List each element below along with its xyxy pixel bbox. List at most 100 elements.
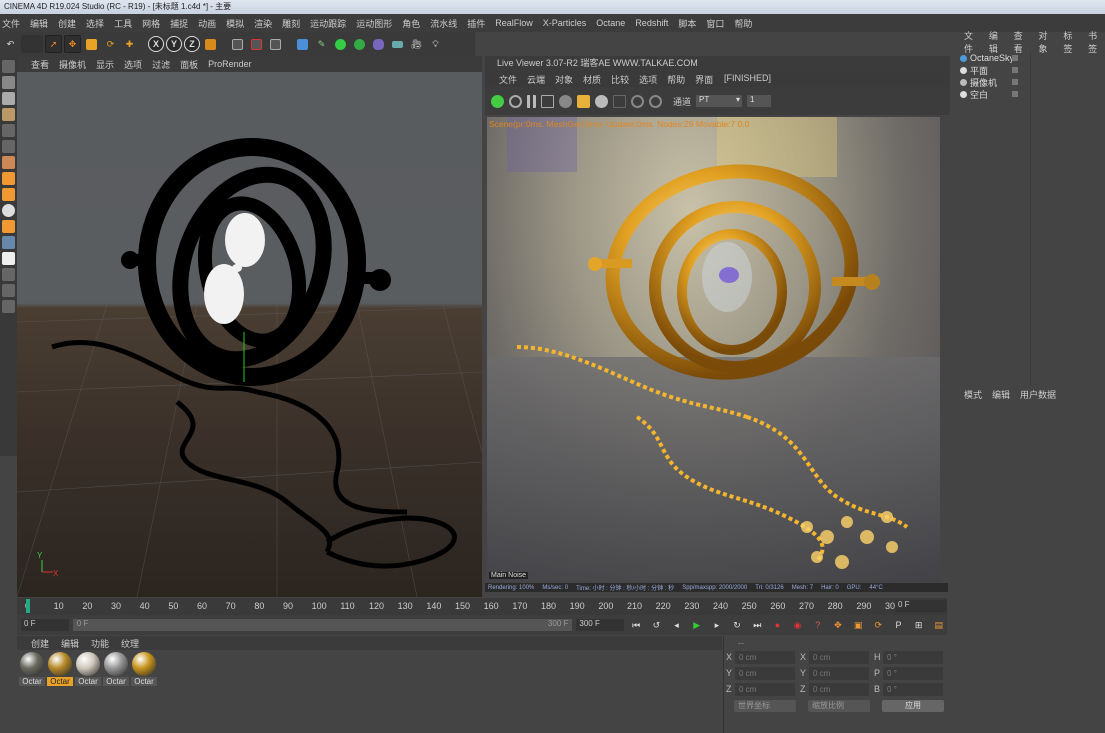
next-frame-icon[interactable]: ▸ (709, 616, 725, 634)
main-tab[interactable]: Main Noise (489, 572, 529, 579)
object-menu-item-5[interactable]: 书签 (1088, 29, 1105, 55)
viewport-menu-item-3[interactable]: 选项 (124, 58, 142, 71)
attribute-menu-item-1[interactable]: 编辑 (992, 388, 1010, 401)
region-render-icon[interactable] (541, 94, 554, 108)
live-viewer-menu-item-0[interactable]: 文件 (499, 73, 517, 86)
object-menu-item-2[interactable]: 查看 (1014, 29, 1031, 55)
menu-item-17[interactable]: X-Particles (543, 18, 587, 28)
texture-mode-icon[interactable] (2, 92, 15, 105)
menu-item-5[interactable]: 网格 (142, 17, 160, 30)
material-item[interactable]: Octar (19, 652, 45, 686)
coord-field[interactable]: 0 ° (883, 683, 943, 696)
object-menu-item-0[interactable]: 文件 (964, 29, 981, 55)
pla-key-icon[interactable]: ⊞ (911, 616, 927, 634)
material-item[interactable]: Octar (47, 652, 73, 686)
points-mode-icon[interactable] (2, 124, 15, 137)
record-icon[interactable]: ● (769, 616, 785, 634)
restart-icon[interactable] (509, 94, 522, 108)
scale-key-icon[interactable]: ▣ (850, 616, 866, 634)
create-object-icon[interactable]: ✚ (121, 35, 138, 53)
material-item[interactable]: Octar (75, 652, 101, 686)
menu-item-22[interactable]: 帮助 (734, 17, 752, 30)
rotation-key-icon[interactable]: ⟳ (870, 616, 886, 634)
attribute-menu-item-0[interactable]: 模式 (964, 388, 982, 401)
frame-range-slider[interactable]: 0 F 300 F (72, 619, 573, 631)
menu-item-1[interactable]: 编辑 (30, 17, 48, 30)
viewport-menu-item-1[interactable]: 摄像机 (59, 58, 86, 71)
object-menu-item-3[interactable]: 对象 (1038, 29, 1055, 55)
menu-item-18[interactable]: Octane (596, 18, 625, 28)
render-picture-viewer-icon[interactable] (248, 35, 265, 53)
light-icon[interactable]: 💡︎ (427, 35, 444, 53)
menu-item-15[interactable]: 插件 (467, 17, 485, 30)
object-row[interactable]: 平面 (950, 64, 1105, 76)
visibility-icon[interactable] (1012, 67, 1018, 73)
pen-icon[interactable]: ✎ (313, 35, 330, 53)
tweak-mode-icon[interactable] (2, 188, 15, 201)
live-viewer-menu-item-4[interactable]: 比较 (611, 73, 629, 86)
menu-item-7[interactable]: 动画 (198, 17, 216, 30)
autokey-icon[interactable]: ◉ (790, 616, 806, 634)
snap-icon[interactable] (2, 204, 15, 217)
object-menu-item-1[interactable]: 编辑 (989, 29, 1006, 55)
coordinate-mode-dropdown[interactable]: 世界坐标 (734, 700, 796, 712)
channel-number-field[interactable]: 1 (747, 95, 772, 107)
scale-mode-dropdown[interactable]: 缩放比例 (808, 700, 870, 712)
floor-icon[interactable] (389, 35, 406, 53)
menu-item-2[interactable]: 创建 (58, 17, 76, 30)
parameter-key-icon[interactable]: P (890, 616, 906, 634)
timeline-window-icon[interactable]: ▤ (931, 616, 947, 634)
position-key-icon[interactable]: ✥ (830, 616, 846, 634)
menu-item-13[interactable]: 角色 (402, 17, 420, 30)
render-view-icon[interactable] (229, 35, 246, 53)
make-editable-icon[interactable] (2, 60, 15, 73)
menu-item-8[interactable]: 模拟 (226, 17, 244, 30)
subdivision-icon[interactable] (332, 35, 349, 53)
menu-item-9[interactable]: 渲染 (254, 17, 272, 30)
redo-icon[interactable] (21, 35, 43, 53)
workplane-icon[interactable] (2, 108, 15, 121)
menu-item-10[interactable]: 雕刻 (282, 17, 300, 30)
select-tool-icon[interactable]: ➚ (45, 35, 62, 53)
visibility-icon[interactable] (1012, 55, 1018, 61)
planar-workplane-icon[interactable] (2, 284, 15, 297)
x-axis-lock-button[interactable]: X (148, 36, 164, 52)
material-item[interactable]: Octar (103, 652, 129, 686)
lock-icon[interactable] (577, 94, 590, 108)
live-viewer-menu-item-2[interactable]: 对象 (555, 73, 573, 86)
play-icon[interactable]: ▶ (689, 616, 705, 634)
sculpt-icon[interactable] (2, 236, 15, 249)
visibility-icon[interactable] (1012, 91, 1018, 97)
go-to-end-icon[interactable]: ⏭ (749, 616, 765, 634)
menu-item-16[interactable]: RealFlow (495, 18, 533, 28)
timeline-ruler[interactable]: 0102030405060708090100110120130140150160… (17, 598, 947, 615)
viewport-menu-item-6[interactable]: ProRender (208, 59, 252, 69)
menu-item-11[interactable]: 运动跟踪 (310, 17, 346, 30)
coord-field[interactable]: 0 ° (883, 667, 943, 680)
previous-key-icon[interactable]: ↺ (648, 616, 664, 634)
live-viewer-menu-item-6[interactable]: 帮助 (667, 73, 685, 86)
array-icon[interactable] (351, 35, 368, 53)
menu-item-21[interactable]: 窗口 (706, 17, 724, 30)
channel-select[interactable]: PT ▾ (696, 95, 743, 107)
deformer-icon[interactable] (370, 35, 387, 53)
viewport-menu-item-2[interactable]: 显示 (96, 58, 114, 71)
menu-item-19[interactable]: Redshift (635, 18, 668, 28)
y-axis-lock-button[interactable]: Y (166, 36, 182, 52)
lock-workplane-icon[interactable] (2, 268, 15, 281)
polygons-mode-icon[interactable] (2, 156, 15, 169)
pause-icon[interactable] (527, 94, 536, 108)
axis-mode-icon[interactable] (2, 172, 15, 185)
pick-material-icon[interactable] (649, 94, 662, 108)
move-tool-icon[interactable]: ✥ (64, 35, 81, 53)
coord-field[interactable]: 0 cm (735, 667, 795, 680)
coord-field[interactable]: 0 cm (809, 667, 869, 680)
texture-icon[interactable] (613, 94, 626, 108)
apply-button[interactable]: 应用 (882, 700, 944, 712)
previous-frame-icon[interactable]: ◂ (668, 616, 684, 634)
paint-icon[interactable] (2, 252, 15, 265)
playhead[interactable] (26, 599, 30, 613)
material-menu-item-3[interactable]: 纹理 (121, 637, 139, 650)
start-frame-field[interactable]: 0 F (21, 619, 69, 631)
material-menu-item-0[interactable]: 创建 (31, 637, 49, 650)
